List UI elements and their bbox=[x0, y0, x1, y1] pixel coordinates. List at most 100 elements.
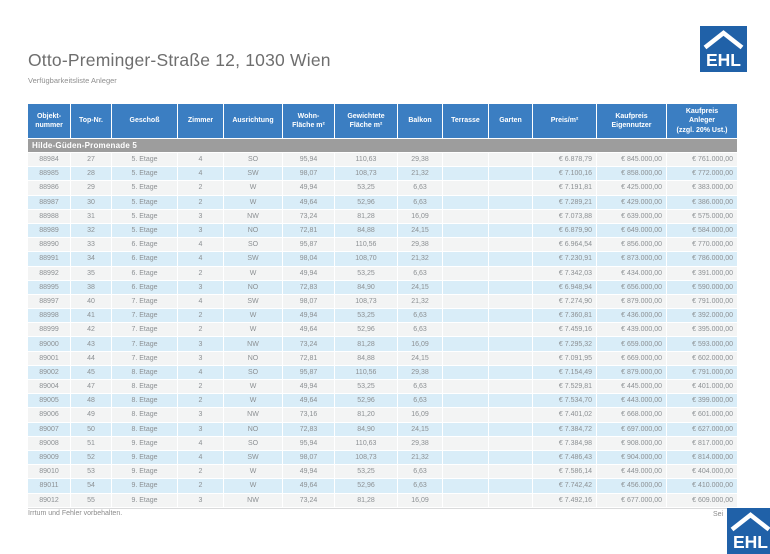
table-cell bbox=[489, 153, 533, 166]
table-cell: € 649.000,00 bbox=[597, 224, 667, 237]
table-cell: € 7.401,02 bbox=[533, 408, 597, 421]
table-cell: NW bbox=[224, 408, 283, 421]
table-cell: 27 bbox=[71, 153, 112, 166]
table-cell: € 439.000,00 bbox=[597, 323, 667, 336]
table-cell: € 7.742,42 bbox=[533, 479, 597, 492]
table-cell: 2 bbox=[178, 380, 224, 393]
table-row: 88988315. Etage3NW73,2481,2816,09€ 7.073… bbox=[28, 210, 737, 224]
table-cell: € 908.000,00 bbox=[597, 437, 667, 450]
table-cell: 51 bbox=[71, 437, 112, 450]
table-cell bbox=[443, 465, 489, 478]
table-cell: € 445.000,00 bbox=[597, 380, 667, 393]
table-cell: 52,96 bbox=[335, 394, 398, 407]
table-cell: € 7.342,03 bbox=[533, 267, 597, 280]
table-cell bbox=[443, 394, 489, 407]
table-cell: 98,07 bbox=[283, 451, 335, 464]
table-cell: € 7.492,16 bbox=[533, 494, 597, 507]
table-cell: 32 bbox=[71, 224, 112, 237]
table-cell: € 386.000,00 bbox=[667, 196, 737, 209]
table-cell: 24,15 bbox=[398, 281, 443, 294]
table-cell bbox=[489, 309, 533, 322]
table-cell: € 772.000,00 bbox=[667, 167, 737, 180]
table-cell: € 817.000,00 bbox=[667, 437, 737, 450]
column-header-top-nr: Top-Nr. bbox=[71, 104, 112, 138]
table-cell: 73,16 bbox=[283, 408, 335, 421]
table-cell: 88987 bbox=[28, 196, 71, 209]
table-cell: 5. Etage bbox=[112, 224, 178, 237]
table-cell: 2 bbox=[178, 267, 224, 280]
table-cell: 53 bbox=[71, 465, 112, 478]
table-cell: € 7.091,95 bbox=[533, 352, 597, 365]
column-header-garten: Garten bbox=[489, 104, 533, 138]
table-cell: 84,88 bbox=[335, 352, 398, 365]
table-cell: € 904.000,00 bbox=[597, 451, 667, 464]
ehl-logo-text: EHL bbox=[706, 50, 741, 70]
table-cell: 29,38 bbox=[398, 238, 443, 251]
table-cell: W bbox=[224, 196, 283, 209]
table-cell: € 7.486,43 bbox=[533, 451, 597, 464]
table-cell: 3 bbox=[178, 423, 224, 436]
table-cell bbox=[443, 352, 489, 365]
table-cell: 4 bbox=[178, 366, 224, 379]
table-cell: 89005 bbox=[28, 394, 71, 407]
table-row: 88986295. Etage2W49,9453,256,63€ 7.191,8… bbox=[28, 181, 737, 195]
table-cell: 43 bbox=[71, 337, 112, 350]
table-cell: 6,63 bbox=[398, 394, 443, 407]
table-cell: 24,15 bbox=[398, 224, 443, 237]
table-cell: 40 bbox=[71, 295, 112, 308]
table-cell: € 7.100,16 bbox=[533, 167, 597, 180]
ehl-logo-text-footer: EHL bbox=[733, 532, 768, 552]
column-header-kaufpreis-anleger: Kaufpreis Anleger (zzgl. 20% Ust.) bbox=[667, 104, 737, 138]
table-cell: € 814.000,00 bbox=[667, 451, 737, 464]
table-cell: 21,32 bbox=[398, 252, 443, 265]
table-cell: € 656.000,00 bbox=[597, 281, 667, 294]
table-cell: 88989 bbox=[28, 224, 71, 237]
table-cell: 49,64 bbox=[283, 196, 335, 209]
table-cell: € 590.000,00 bbox=[667, 281, 737, 294]
table-row: 88999427. Etage2W49,6452,966,63€ 7.459,1… bbox=[28, 323, 737, 337]
table-cell: 9. Etage bbox=[112, 451, 178, 464]
table-cell bbox=[443, 323, 489, 336]
table-cell: € 858.000,00 bbox=[597, 167, 667, 180]
table-cell: 8. Etage bbox=[112, 366, 178, 379]
table-cell: € 7.586,14 bbox=[533, 465, 597, 478]
table-cell: 81,28 bbox=[335, 494, 398, 507]
table-cell: € 584.000,00 bbox=[667, 224, 737, 237]
table-cell: € 434.000,00 bbox=[597, 267, 667, 280]
table-cell: NW bbox=[224, 494, 283, 507]
table-cell: 6,63 bbox=[398, 196, 443, 209]
table-cell: 110,56 bbox=[335, 366, 398, 379]
table-cell: € 7.073,88 bbox=[533, 210, 597, 223]
table-cell: 5. Etage bbox=[112, 167, 178, 180]
table-row: 88984275. Etage4SO95,94110,6329,38€ 6.87… bbox=[28, 153, 737, 167]
table-cell bbox=[443, 380, 489, 393]
table-cell: 110,63 bbox=[335, 153, 398, 166]
table-cell: 5. Etage bbox=[112, 153, 178, 166]
table-cell: W bbox=[224, 181, 283, 194]
table-cell: 88998 bbox=[28, 309, 71, 322]
table-cell: 16,09 bbox=[398, 337, 443, 350]
column-header-preis-m2: Preis/m² bbox=[533, 104, 597, 138]
table-cell: 88995 bbox=[28, 281, 71, 294]
table-cell bbox=[443, 196, 489, 209]
table-cell: 72,81 bbox=[283, 352, 335, 365]
table-cell: W bbox=[224, 309, 283, 322]
table-cell: € 627.000,00 bbox=[667, 423, 737, 436]
table-cell bbox=[443, 238, 489, 251]
table-cell: 6,63 bbox=[398, 465, 443, 478]
table-cell: 88990 bbox=[28, 238, 71, 251]
table-cell: 108,73 bbox=[335, 451, 398, 464]
table-cell bbox=[489, 281, 533, 294]
table-cell: 16,09 bbox=[398, 494, 443, 507]
table-cell bbox=[489, 451, 533, 464]
column-header-kaufpreis-eigennutzer: Kaufpreis Eigennutzer bbox=[597, 104, 667, 138]
table-cell: 53,25 bbox=[335, 267, 398, 280]
table-cell bbox=[489, 252, 533, 265]
table-cell: 29,38 bbox=[398, 366, 443, 379]
table-cell: SO bbox=[224, 437, 283, 450]
table-body: 88984275. Etage4SO95,94110,6329,38€ 6.87… bbox=[28, 153, 737, 508]
table-cell: 3 bbox=[178, 337, 224, 350]
table-cell: 4 bbox=[178, 437, 224, 450]
table-cell: 72,83 bbox=[283, 423, 335, 436]
ehl-logo-icon-footer: EHL bbox=[727, 508, 770, 554]
